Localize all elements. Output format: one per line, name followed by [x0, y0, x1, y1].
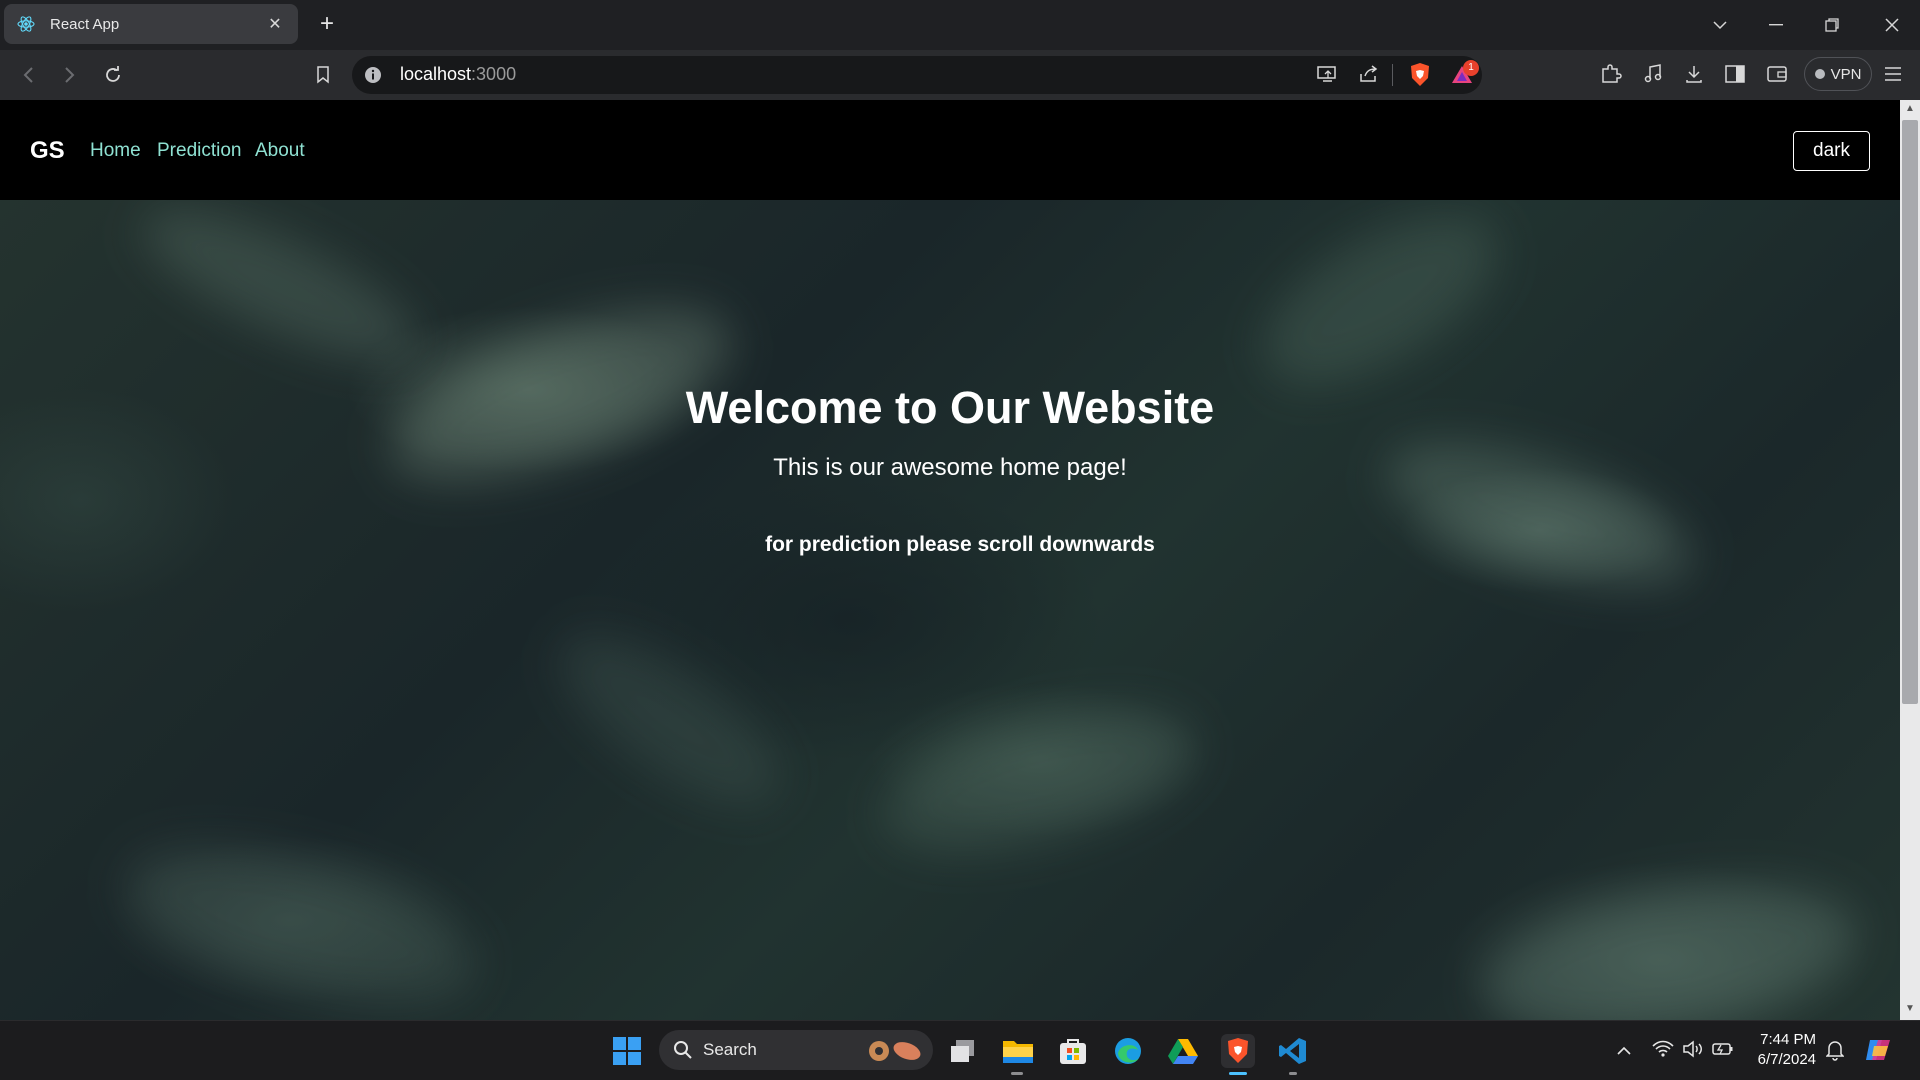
nav-link-prediction[interactable]: Prediction: [157, 140, 242, 162]
forward-arrow-icon[interactable]: [54, 60, 84, 90]
background-leaf: [534, 604, 806, 836]
hero-subtitle: This is our awesome home page!: [773, 454, 1127, 481]
media-music-icon[interactable]: [1643, 63, 1663, 90]
notification-bell-icon[interactable]: [1825, 1039, 1845, 1066]
copilot-icon[interactable]: [1864, 1036, 1894, 1069]
browser-tab-strip: React App ✕ +: [0, 0, 1920, 50]
react-logo-icon: [16, 14, 36, 34]
nav-link-about[interactable]: About: [255, 140, 305, 162]
running-indicator: [1011, 1072, 1023, 1075]
task-view-icon[interactable]: [946, 1034, 980, 1068]
google-drive-icon[interactable]: [1166, 1034, 1200, 1068]
nav-link-home[interactable]: Home: [90, 140, 141, 162]
toolbar-divider: [1392, 64, 1393, 86]
taskbar-search[interactable]: Search: [659, 1030, 933, 1070]
site-navbar: GS Home Prediction About dark: [0, 100, 1900, 200]
sidebar-toggle-icon[interactable]: [1725, 64, 1745, 89]
vpn-label: VPN: [1830, 65, 1862, 83]
background-leaf: [1370, 413, 1710, 617]
hero-title: Welcome to Our Website: [685, 382, 1215, 433]
share-icon[interactable]: [1358, 64, 1380, 89]
search-highlight-icon: [867, 1039, 923, 1063]
tab-search-chevron-icon[interactable]: [1692, 0, 1748, 50]
active-indicator: [1229, 1072, 1247, 1075]
brave-browser-taskbar-icon[interactable]: [1221, 1034, 1255, 1068]
minimize-window-icon[interactable]: [1748, 0, 1804, 50]
bookmark-icon[interactable]: [308, 60, 338, 90]
notification-badge: 1: [1463, 60, 1479, 76]
search-icon: [673, 1040, 693, 1060]
site-info-icon[interactable]: [364, 66, 382, 89]
windows-start-icon[interactable]: [610, 1034, 644, 1068]
show-hidden-icons-chevron-icon[interactable]: [1616, 1043, 1632, 1061]
theme-toggle-button[interactable]: dark: [1793, 131, 1870, 171]
browser-tab[interactable]: React App ✕: [4, 4, 298, 44]
running-indicator: [1289, 1072, 1297, 1075]
extensions-icon[interactable]: [1600, 63, 1622, 90]
hamburger-menu-icon[interactable]: [1884, 65, 1902, 88]
close-tab-icon[interactable]: ✕: [264, 13, 286, 35]
clock-date: 6/7/2024: [1757, 1051, 1816, 1068]
web-page: GS Home Prediction About dark Welcome to…: [0, 100, 1900, 1020]
file-explorer-icon[interactable]: [1001, 1034, 1035, 1068]
url-host: localhost: [400, 64, 472, 84]
url-port: :3000: [471, 64, 517, 84]
restore-window-icon[interactable]: [1804, 0, 1860, 50]
back-arrow-icon[interactable]: [14, 60, 44, 90]
tab-title: React App: [50, 15, 120, 33]
background-leaf: [109, 815, 491, 1020]
volume-icon[interactable]: [1682, 1040, 1704, 1063]
edge-browser-icon[interactable]: [1111, 1034, 1145, 1068]
battery-icon[interactable]: [1712, 1041, 1734, 1062]
wifi-icon[interactable]: [1652, 1040, 1674, 1063]
vpn-status-dot: [1814, 69, 1825, 79]
microsoft-store-icon[interactable]: [1056, 1034, 1090, 1068]
hero-section: Welcome to Our Website This is our aweso…: [0, 200, 1900, 1020]
close-window-icon[interactable]: [1864, 0, 1920, 50]
search-label: Search: [703, 1040, 757, 1059]
wallet-icon[interactable]: [1766, 64, 1788, 89]
vscode-icon[interactable]: [1276, 1034, 1310, 1068]
clock-time: 7:44 PM: [1760, 1031, 1816, 1048]
brave-shields-icon[interactable]: [1408, 62, 1432, 93]
background-leaf: [869, 680, 1211, 880]
vpn-button[interactable]: VPN: [1804, 57, 1872, 91]
new-tab-button[interactable]: +: [314, 12, 340, 38]
scroll-down-arrow-icon[interactable]: ▼: [1904, 1004, 1916, 1014]
url-text[interactable]: localhost:3000: [400, 64, 516, 85]
site-brand[interactable]: GS: [30, 137, 65, 165]
address-bar[interactable]: [352, 56, 1482, 94]
download-icon[interactable]: [1684, 63, 1704, 90]
background-leaf: [1470, 858, 1870, 1020]
reload-icon[interactable]: [98, 60, 128, 90]
scroll-hint: for prediction please scroll downwards: [765, 533, 1155, 556]
background-leaf: [125, 200, 435, 390]
scrollbar-thumb[interactable]: [1902, 120, 1918, 704]
taskbar-clock[interactable]: 7:44 PM 6/7/2024: [1748, 1030, 1816, 1070]
scroll-up-arrow-icon[interactable]: ▲: [1904, 104, 1916, 114]
cast-icon[interactable]: [1316, 64, 1338, 89]
